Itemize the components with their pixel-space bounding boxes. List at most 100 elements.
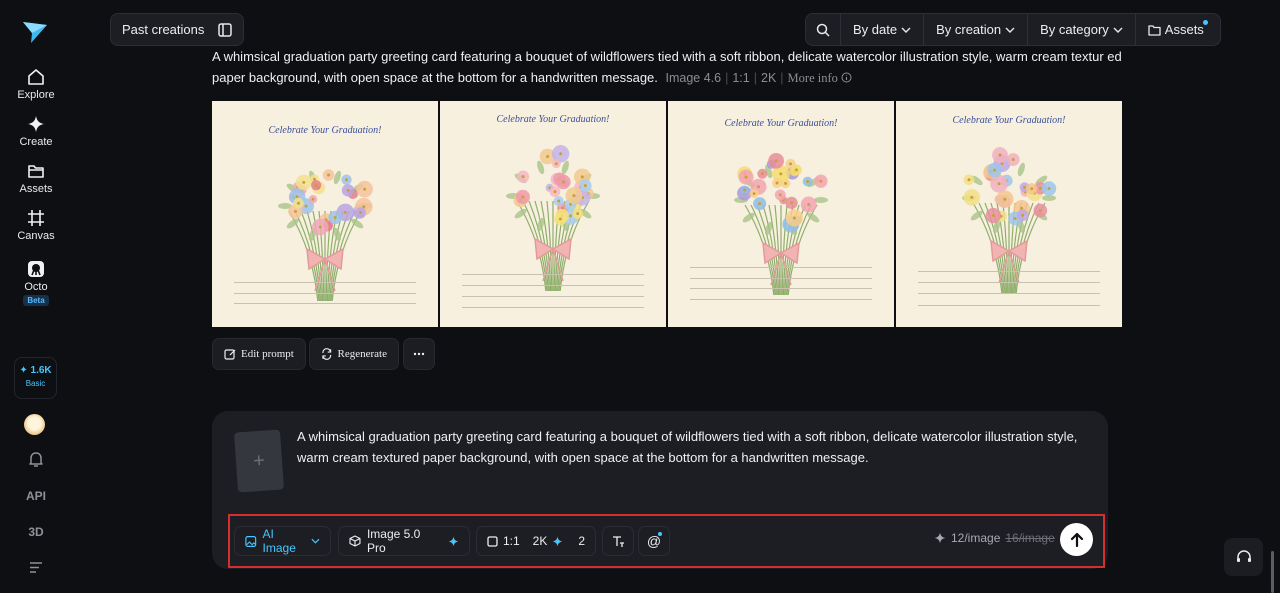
more-horizontal-icon [413,352,425,356]
message-line [918,271,1100,272]
sparkle-icon [934,532,946,544]
filter-by-creation[interactable]: By creation [924,13,1027,46]
avatar[interactable] [24,414,45,435]
cube-icon [349,535,361,547]
sidebar-item-create[interactable]: Create [0,115,72,148]
more-info-link[interactable]: More info [788,71,838,85]
scrollbar[interactable] [1271,551,1274,593]
result-prompt: A whimsical graduation party greeting ca… [212,46,1127,89]
message-line [918,293,1100,294]
notification-dot [1202,20,1208,25]
search-icon [816,23,830,37]
chevron-down-icon [901,27,911,33]
sidebar-item-canvas[interactable]: Canvas [0,209,72,242]
message-line [462,307,644,308]
refresh-icon [322,348,332,360]
result-model: Image 4.6 [665,71,722,85]
message-line [690,278,872,279]
result-ratio: 1:1 [732,71,750,85]
message-line [690,288,872,289]
generate-button[interactable] [1060,523,1093,556]
chevron-down-icon [311,538,320,544]
api-link[interactable]: API [0,489,72,503]
bell-icon [29,452,43,467]
assets-label: Assets [1164,22,1204,37]
menu-button[interactable] [0,561,72,577]
notification-bell[interactable] [0,451,72,471]
credits-value: ✦ 1.6K [19,365,52,376]
add-reference-image[interactable]: + [233,429,285,493]
mode-select[interactable]: AI Image [234,526,331,556]
sparkle-icon [552,536,563,546]
chevron-down-icon [1005,27,1015,33]
sidebar: Explore Create Assets Canvas Octo Beta ✦… [0,0,72,593]
assets-button[interactable]: Assets [1136,13,1216,46]
mode-label: AI Image [262,527,296,555]
sparkle-icon [28,116,44,132]
message-line [690,267,872,268]
result-meta: Image 4.6 | 1:1 | 2K | More info [666,71,853,85]
image-icon [245,535,257,547]
more-options-button[interactable] [403,338,435,370]
bouquet-illustration [734,152,828,296]
search-button[interactable] [806,13,840,46]
result-resolution: 2K [761,71,777,85]
model-select[interactable]: Image 5.0 Pro [338,526,470,556]
sidebar-item-explore[interactable]: Explore [0,68,72,101]
home-icon [28,69,44,85]
edit-prompt-label: Edit prompt [241,348,294,360]
octo-icon [28,261,44,277]
filter-by-category[interactable]: By category [1028,13,1135,46]
filter-label: By date [853,22,898,37]
folder-icon [1148,24,1161,36]
cost-value: 12/image [951,531,1001,545]
text-icon [612,535,624,547]
mention-button[interactable]: @ [638,526,670,556]
old-cost-value: 16/image [1005,531,1055,545]
text-style-button[interactable] [602,526,634,556]
menu-icon [30,562,42,573]
generated-image[interactable]: Celebrate Your Graduation! [212,101,438,327]
regenerate-button[interactable]: Regenerate [309,338,399,370]
generated-image[interactable]: Celebrate Your Graduation! [896,101,1122,327]
cost-display: 12/image 16/image [934,531,1055,545]
bouquet-illustration [506,145,600,292]
message-line [462,296,644,297]
beta-badge: Beta [23,295,49,306]
past-creations-toggle[interactable]: Past creations [110,13,244,46]
edit-prompt-button[interactable]: Edit prompt [212,338,306,370]
support-button[interactable] [1224,538,1263,576]
message-line [918,282,1100,283]
filter-label: By creation [936,22,1002,37]
sidebar-item-label: Canvas [17,230,55,242]
aspect-ratio-icon [487,535,498,547]
resolution-label: 2K [532,534,548,548]
message-line [690,299,872,300]
size-settings[interactable]: 1:1 2K 2 [476,526,596,556]
message-line [234,303,416,304]
sidebar-item-label: Create [19,136,53,148]
app: Explore Create Assets Canvas Octo Beta ✦… [0,0,1280,593]
message-line [918,305,1100,306]
sidebar-item-octo[interactable]: Octo Beta [0,260,72,306]
generated-image[interactable]: Celebrate Your Graduation! [440,101,666,327]
chevron-down-icon [1113,27,1123,33]
sparkle-icon [448,536,459,546]
sidebar-item-label: Octo [24,281,48,293]
logo-icon[interactable] [22,20,48,44]
composer-prompt-input[interactable]: A whimsical graduation party greeting ca… [297,426,1097,468]
filter-by-date[interactable]: By date [841,13,923,46]
filter-bar: By date By creation By category Assets [805,13,1221,46]
generated-image[interactable]: Celebrate Your Graduation! [668,101,894,327]
sidebar-item-assets[interactable]: Assets [0,162,72,195]
sidebar-item-label: Assets [19,183,53,195]
three-d-link[interactable]: 3D [0,525,72,539]
info-icon[interactable] [841,72,852,83]
arrow-up-icon [1070,532,1083,547]
filter-label: By category [1040,22,1109,37]
message-line [234,293,416,294]
edit-icon [224,349,236,360]
past-creations-label: Past creations [122,22,205,37]
credits-badge[interactable]: ✦ 1.6K Basic [14,357,57,399]
headset-icon [1236,550,1251,562]
